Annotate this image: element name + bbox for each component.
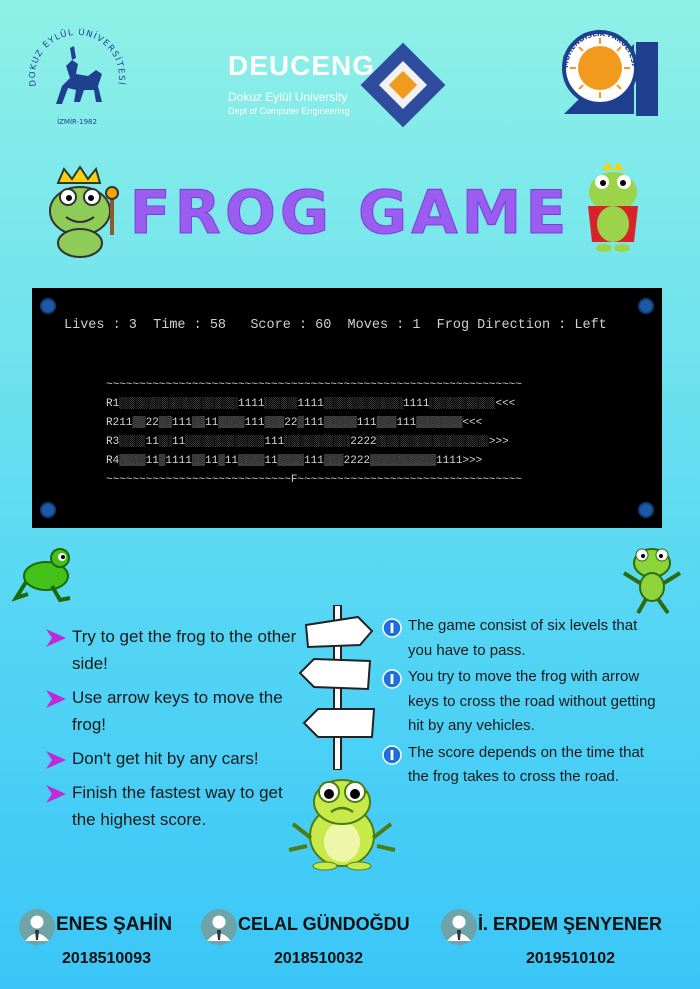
arrow-bullet-icon [46, 751, 66, 769]
diamond-logo-icon [360, 42, 446, 128]
department-logo: DEUCENG Dokuz Eylül University Dept of C… [228, 42, 448, 132]
list-item: The score depends on the time that the f… [382, 741, 662, 790]
university-logo: DOKUZ EYLÜL ÜNİVERSİTESİ İZMİR·1982 [22, 27, 132, 138]
screw-icon [40, 502, 56, 518]
jumping-frog-icon [11, 544, 78, 604]
signpost-icon [298, 604, 378, 771]
game-board: ~~~~~~~~~~~~~~~~~~~~~~~~~~~~~~~~~~~~~~~~… [106, 376, 522, 490]
sad-frog-icon [287, 776, 397, 871]
board-row-2: R211▒▒22▒▒111▒▒11▒▒▒▒111▒▒▒22▒111▒▒▒▒▒11… [106, 417, 483, 429]
author-id: 2019510102 [526, 950, 615, 967]
info-list: The game consist of six levels that you … [382, 614, 662, 792]
king-frog-icon [40, 165, 125, 260]
board-row-4: R4▒▒▒▒11▒1111▒▒11▒11▒▒▒▒11▒▒▒▒111▒▒▒2222… [106, 455, 483, 467]
department-wordmark: DEUCENG [228, 50, 376, 81]
arrow-bullet-icon [46, 785, 66, 803]
board-row-3: R3░░░░11░░11░░░░░░░░░░░░111░░░░░░░░░░222… [106, 436, 509, 448]
info-circle-icon [382, 618, 402, 638]
board-top-border: ~~~~~~~~~~~~~~~~~~~~~~~~~~~~~~~~~~~~~~~~… [106, 379, 522, 391]
department-line2: Dept of Computer Engineering [228, 106, 350, 116]
university-city: İZMİR·1982 [57, 117, 97, 126]
list-item: Finish the fastest way to get the highes… [46, 779, 306, 833]
list-item: Don't get hit by any cars! [46, 745, 306, 772]
author-id: 2018510093 [62, 950, 151, 967]
arrow-bullet-icon [46, 629, 66, 647]
board-bottom-border: ~~~~~~~~~~~~~~~~~~~~~~~~~~~~F~~~~~~~~~~~… [106, 474, 522, 486]
user-avatar-icon [201, 909, 237, 945]
list-item: The game consist of six levels that you … [382, 614, 662, 663]
game-console-screenshot: Lives : 3 Time : 58 Score : 60 Moves : 1… [32, 288, 662, 528]
list-item: Use arrow keys to move the frog! [46, 684, 306, 738]
status-line: Lives : 3 Time : 58 Score : 60 Moves : 1… [64, 318, 607, 333]
user-avatar-icon [441, 909, 477, 945]
screw-icon [638, 298, 654, 314]
author-name: ENES ŞAHİN [56, 914, 173, 935]
tips-list: Try to get the frog to the other side! U… [46, 623, 306, 840]
dancing-frog-icon [618, 543, 686, 615]
author-name: CELAL GÜNDOĞDU [238, 914, 410, 934]
screw-icon [40, 298, 56, 314]
page-title: FROG GAME [129, 178, 571, 249]
faculty-logo: MÜHENDİSLİK FAKÜLTESİ [556, 22, 662, 122]
list-item: You try to move the frog with arrow keys… [382, 665, 662, 739]
screw-icon [638, 502, 654, 518]
list-item: Try to get the frog to the other side! [46, 623, 306, 677]
info-circle-icon [382, 669, 402, 689]
author-id: 2018510032 [274, 950, 363, 967]
user-avatar-icon [19, 909, 55, 945]
arrow-bullet-icon [46, 690, 66, 708]
board-row-1: R1░░░░░░░░░░░░░░░░░░1111░░░░░1111░░░░░░░… [106, 398, 516, 410]
author-name: İ. ERDEM ŞENYENER [478, 914, 663, 934]
caped-frog-icon [582, 162, 644, 254]
department-line1: Dokuz Eylül University [228, 90, 348, 104]
info-circle-icon [382, 744, 402, 765]
